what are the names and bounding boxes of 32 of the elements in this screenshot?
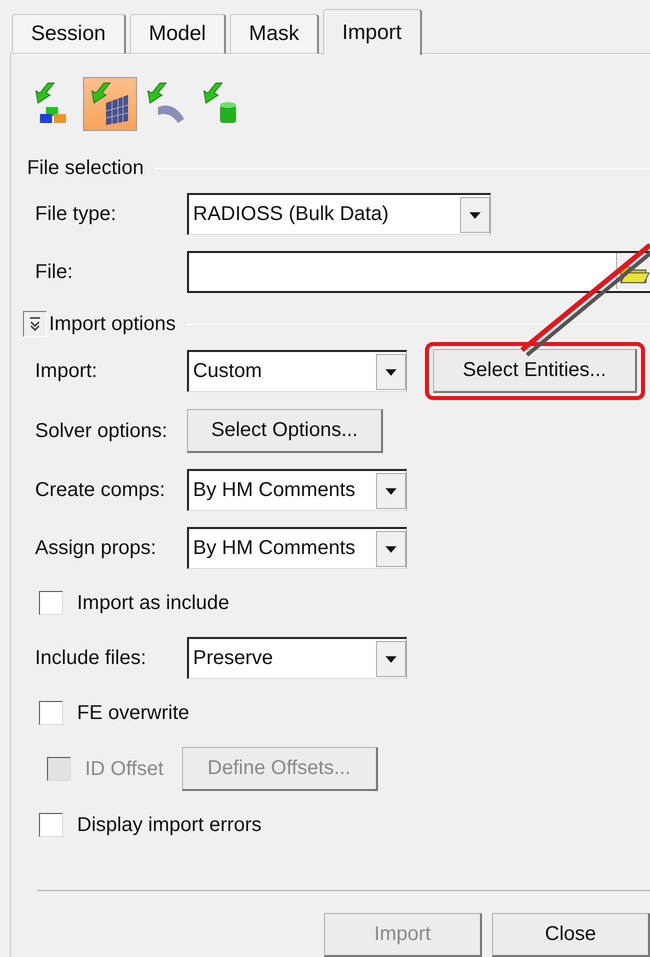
field-label: Include files: [35,646,148,670]
dropdown-select[interactable]: By HM Comments [187,469,407,511]
checkbox-label: Import as include [77,592,230,614]
tab[interactable]: Import [323,9,422,55]
dropdown-select[interactable]: By HM Comments [187,527,407,569]
checkbox[interactable] [39,813,63,837]
field-label: File: [35,260,74,284]
action-button[interactable]: Select Options... [187,409,383,453]
checkbox[interactable] [39,701,63,725]
checkbox-label: Display import errors [77,814,262,836]
file-field[interactable] [187,251,650,293]
field-label: Assign props: [35,536,158,560]
checkbox[interactable] [39,591,63,615]
tab[interactable]: Model [130,14,226,54]
tab[interactable]: Mask [230,14,320,54]
action-button[interactable]: Select Entities... [433,349,637,393]
field-label: Import: [35,360,98,382]
collapse-toggle[interactable] [23,311,47,337]
field-label: Create comps: [35,478,166,502]
dropdown-select[interactable]: Preserve [187,637,407,679]
field-label: File type: [35,202,118,226]
section-title: File selection [27,156,144,180]
section-title: Import options [49,312,176,336]
dialog-button[interactable]: Close [492,913,650,957]
chevron-icon [29,316,41,332]
checkbox-label: FE overwrite [77,702,190,724]
toolbar-button[interactable] [83,77,137,131]
file-type-select[interactable]: RADIOSS (Bulk Data) [187,193,491,235]
dropdown-select[interactable]: Custom [187,350,407,392]
tab[interactable]: Session [12,14,126,54]
checkbox-label: ID Offset [85,758,164,780]
field-label: Solver options: [35,420,168,442]
